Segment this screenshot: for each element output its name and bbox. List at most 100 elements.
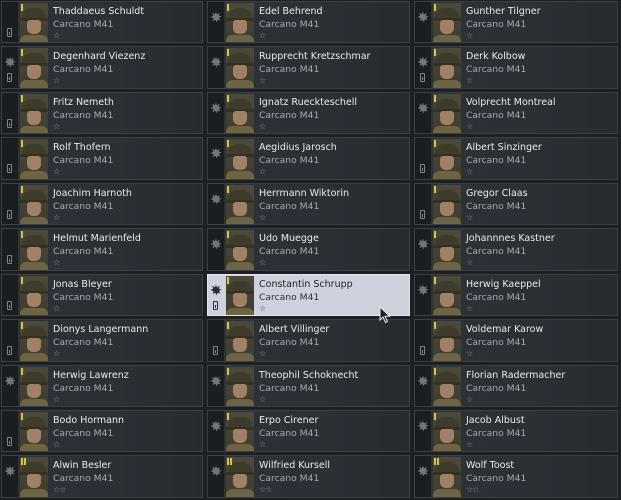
soldier-name: Albert Sinzinger [466,142,542,154]
weapon-name: Carcano M41 [53,382,114,394]
star-icon: ☆ [53,121,60,131]
weapon-name: Carcano M41 [466,246,527,258]
soldier-card[interactable]: Johannnes Kastner Carcano M41 ☆ [414,228,618,271]
soldier-card[interactable]: Albert Sinzinger Carcano M41 ☆ [414,137,618,180]
weapon-name: Carcano M41 [259,19,320,30]
soldier-card[interactable]: Aegidius Jarosch Carcano M41 ☆ [207,137,410,180]
rank-badge-icon [434,94,436,102]
card-side-strip [2,229,18,270]
explosion-icon [417,375,429,387]
star-icon: ☆ [259,167,266,177]
soldier-card[interactable]: Theophil Schoknecht Carcano M41 ☆ [207,364,410,407]
star-icon: ☆ [53,76,60,86]
star-icon: ☆ [466,394,473,404]
star-icon: ☆ [259,439,266,449]
rank-badge-icon [21,185,23,193]
explosion-icon [417,102,429,114]
rank-badge-icon [434,49,436,57]
card-side-strip [208,183,224,225]
soldier-card[interactable]: Thaddaeus Schuldt Carcano M41 ☆ [1,1,203,44]
explosion-icon [210,238,222,250]
rank-badge-icon [227,49,229,57]
explosion-icon [4,56,16,68]
soldier-card[interactable]: Jacob Albust Carcano M41 ☆ [414,409,618,453]
star-icon: ☆ [466,167,473,177]
rank-badge-icon [434,322,436,330]
weapon-name: Carcano M41 [259,64,320,76]
ammo-icon [7,300,12,310]
card-side-strip [208,2,224,43]
soldier-portrait [226,93,254,134]
soldier-name: Ignatz Rueckteschell [259,96,358,108]
soldier-portrait [226,184,254,225]
soldier-name: Edel Behrend [259,6,323,17]
soldier-card[interactable]: Herwig Lawrenz Carcano M41 ☆ [1,364,203,407]
soldier-name: Fritz Nemeth [53,96,114,108]
soldier-card[interactable]: Bodo Hormann Carcano M41 ☆ [1,409,203,453]
soldier-grid: Thaddaeus Schuldt Carcano M41 ☆ Edel Beh… [0,0,621,500]
rank-badge-icon [21,140,23,148]
star-icon: ☆ [466,121,473,131]
soldier-portrait [226,230,254,270]
soldier-card[interactable]: Rupprecht Kretzschmar Carcano M41 ☆ [207,46,410,89]
soldier-card[interactable]: Florian Radermacher Carcano M41 ☆ [414,364,618,407]
card-side-strip [2,47,18,88]
rank-badge-icon [227,4,229,11]
weapon-name: Carcano M41 [466,19,527,30]
soldier-name: Thaddaeus Schuldt [53,6,145,17]
explosion-icon [4,375,16,387]
rank-badge-icon [21,322,23,330]
soldier-portrait [226,457,254,497]
soldier-card[interactable]: Udo Muegge Carcano M41 ☆ [207,228,410,271]
soldier-card[interactable]: Herwig Kaeppel Carcano M41 ☆ [414,273,618,317]
soldier-card[interactable]: Gunther Tilgner Carcano M41 ☆ [414,1,618,44]
soldier-card[interactable]: Dionys Langermann Carcano M41 ☆ [1,319,203,362]
explosion-icon [4,465,16,477]
soldier-card[interactable]: Wolf Toost Carcano M41 ☆☆ [414,455,618,498]
soldier-card[interactable]: Voldemar Karow Carcano M41 ☆ [414,319,618,362]
star-icon: ☆ [466,258,473,268]
rank-badge-icon [434,140,436,148]
rank-badge-icon [227,367,229,375]
soldier-card[interactable]: Edel Behrend Carcano M41 ☆ [207,1,410,44]
soldier-card[interactable]: Helmut Marienfeld Carcano M41 ☆ [1,228,203,271]
soldier-card[interactable]: Volprecht Montreal Carcano M41 ☆ [414,91,618,135]
star-icon: ☆ [259,303,266,313]
soldier-card[interactable]: Wilfried Kursell Carcano M41 ☆☆ [207,455,410,498]
soldier-card[interactable]: Herrmann Wiktorin Carcano M41 ☆ [207,182,410,226]
soldier-portrait [226,275,254,316]
weapon-name: Carcano M41 [466,155,527,167]
soldier-card[interactable]: Rolf Thofern Carcano M41 ☆ [1,137,203,180]
rank-badge-icon [227,412,229,420]
soldier-card[interactable]: Joachim Harnoth Carcano M41 ☆ [1,182,203,226]
soldier-card[interactable]: Fritz Nemeth Carcano M41 ☆ [1,91,203,135]
ammo-icon [7,118,12,128]
soldier-portrait [433,275,461,316]
soldier-card[interactable]: Albert Villinger Carcano M41 ☆ [207,319,410,362]
soldier-card[interactable]: Erpo Cirener Carcano M41 ☆ [207,409,410,453]
soldier-card[interactable]: Jonas Bleyer Carcano M41 ☆ [1,273,203,317]
soldier-name: Helmut Marienfeld [53,233,141,245]
star-icon: ☆ [466,31,473,40]
soldier-card[interactable]: Alwin Besler Carcano M41 ☆☆ [1,455,203,498]
weapon-name: Carcano M41 [466,200,527,212]
card-side-strip [2,365,18,406]
weapon-name: Carcano M41 [53,246,114,258]
explosion-icon [417,238,429,250]
weapon-name: Carcano M41 [466,427,527,439]
card-side-strip [208,47,224,88]
ammo-icon [7,255,12,265]
soldier-card[interactable]: Gregor Claas Carcano M41 ☆ [414,182,618,226]
ammo-icon [7,209,12,219]
weapon-name: Carcano M41 [53,155,114,167]
rank-badge-icon [21,458,26,466]
card-side-strip [208,320,224,361]
soldier-card[interactable]: Ignatz Rueckteschell Carcano M41 ☆ [207,91,410,135]
soldier-card[interactable]: Constantin Schrupp Carcano M41 ☆ [207,273,410,317]
weapon-name: Carcano M41 [466,291,527,303]
soldier-name: Jonas Bleyer [53,278,112,290]
soldier-card[interactable]: Degenhard Viezenz Carcano M41 ☆ [1,46,203,89]
soldier-card[interactable]: Derk Kolbow Carcano M41 ☆ [414,46,618,89]
rank-badge-icon [434,458,439,466]
star-icon: ☆ [466,303,473,313]
